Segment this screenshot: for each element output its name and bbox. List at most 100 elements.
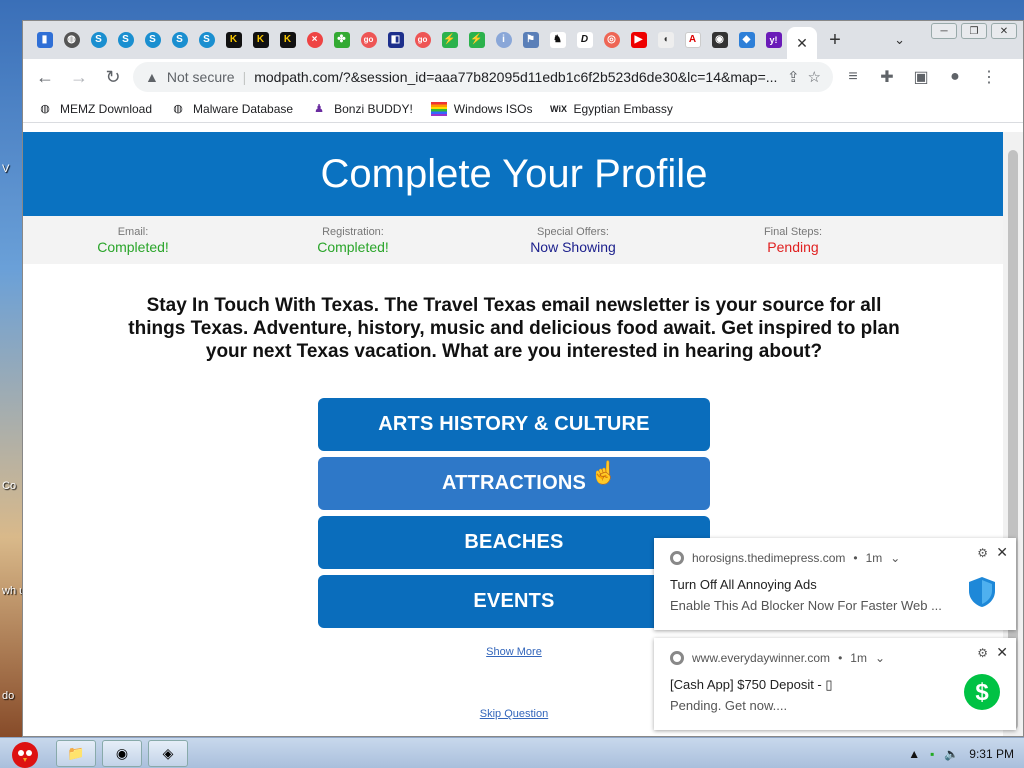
extension-flag-icon[interactable]: ≡	[839, 63, 867, 91]
notification-age: 1m	[865, 551, 883, 565]
bolt-icon: ⚡	[441, 32, 458, 48]
tab[interactable]: S	[85, 26, 112, 54]
start-button[interactable]	[0, 738, 50, 768]
gear-icon[interactable]: ⚙	[977, 546, 988, 560]
tab[interactable]: K	[247, 26, 274, 54]
chevron-down-icon[interactable]: ⌄	[890, 551, 900, 565]
tab[interactable]: A	[679, 26, 706, 54]
bookmark[interactable]: WiX Egyptian Embassy	[550, 102, 673, 116]
tab[interactable]: i	[490, 26, 517, 54]
notification-site: horosigns.thedimepress.com	[692, 551, 846, 565]
tab[interactable]: S	[112, 26, 139, 54]
address-bar[interactable]: ▲ Not secure | modpath.com/?&session_id=…	[133, 62, 833, 92]
new-tab-button[interactable]: +	[817, 29, 853, 52]
tab[interactable]: ◧	[382, 26, 409, 54]
bookmark[interactable]: ♟ Bonzi BUDDY!	[311, 102, 413, 116]
tab[interactable]: K	[220, 26, 247, 54]
option-beaches-button[interactable]: BEACHES	[318, 516, 710, 569]
step-label: Email:	[117, 225, 149, 238]
tab[interactable]: y!	[760, 26, 787, 54]
option-arts-history-culture-button[interactable]: ARTS HISTORY & CULTURE	[318, 398, 710, 451]
window-controls: ─ ❐ ✕	[925, 21, 1023, 41]
tray-expand-icon[interactable]: ▲	[908, 747, 920, 761]
back-icon[interactable]: ←	[31, 63, 59, 91]
active-tab[interactable]: ✕	[787, 27, 817, 59]
bag-icon: ▮	[36, 32, 53, 48]
bookmark[interactable]: ◍ MEMZ Download	[37, 102, 152, 116]
tab-search-button[interactable]: ⌄	[894, 32, 905, 48]
tab[interactable]: ⚑	[517, 26, 544, 54]
bookmark-label: MEMZ Download	[60, 101, 153, 116]
tab[interactable]: K	[274, 26, 301, 54]
bookmark[interactable]: Windows ISOs	[430, 101, 532, 116]
system-tray: ▲ ▪ 🔈 9:31 PM	[908, 738, 1024, 768]
minimize-icon[interactable]: ─	[931, 23, 957, 39]
step-final: Final Steps: Pending	[683, 226, 903, 255]
bookmark-label: Bonzi BUDDY!	[334, 101, 413, 116]
tab[interactable]: ▮	[31, 26, 58, 54]
maximize-icon[interactable]: ❐	[961, 23, 987, 39]
chrome-icon	[670, 551, 684, 565]
tab[interactable]: S	[193, 26, 220, 54]
tab[interactable]: ⚡	[463, 26, 490, 54]
k-logo-icon: K	[225, 32, 242, 48]
gear-icon[interactable]: ⚙	[977, 646, 988, 660]
go-logo-icon: go	[414, 32, 431, 48]
tab[interactable]: ◖	[652, 26, 679, 54]
notification-source: www.everydaywinner.com • 1m ⌄	[670, 651, 885, 665]
tab[interactable]: ◍	[58, 26, 85, 54]
tab[interactable]: S	[166, 26, 193, 54]
taskbar-app[interactable]: ◈	[148, 739, 188, 767]
network-icon[interactable]: ▪	[930, 747, 934, 761]
notification[interactable]: horosigns.thedimepress.com • 1m ⌄ ⚙ ✕ Tu…	[654, 538, 1016, 630]
tab[interactable]: ◆	[733, 26, 760, 54]
side-panel-icon[interactable]: ▣	[907, 63, 935, 91]
info-icon: i	[495, 32, 512, 48]
options-list: ARTS HISTORY & CULTURE ATTRACTIONS BEACH…	[318, 398, 710, 628]
tab[interactable]: D	[571, 26, 598, 54]
close-window-icon[interactable]: ✕	[991, 23, 1017, 39]
forward-icon[interactable]: →	[65, 63, 93, 91]
s-logo-icon: S	[90, 32, 107, 48]
puzzle-icon[interactable]: ✚	[873, 63, 901, 91]
tab[interactable]: go	[355, 26, 382, 54]
tab[interactable]: ✤	[328, 26, 355, 54]
tab[interactable]: ×	[301, 26, 328, 54]
security-label[interactable]: Not secure	[167, 69, 235, 85]
s-logo-icon: S	[117, 32, 134, 48]
url-text[interactable]: modpath.com/?&session_id=aaa77b82095d11e…	[254, 69, 779, 85]
chevron-down-icon[interactable]: ⌄	[875, 651, 885, 665]
tab[interactable]: go	[409, 26, 436, 54]
bookmark[interactable]: ◍ Malware Database	[170, 102, 293, 116]
tab[interactable]: ◎	[598, 26, 625, 54]
folder-icon: 📁	[67, 744, 85, 761]
notification[interactable]: www.everydaywinner.com • 1m ⌄ ⚙ ✕ [Cash …	[654, 638, 1016, 730]
desktop-icon-label[interactable]: do	[2, 690, 14, 702]
tab[interactable]: ▶	[625, 26, 652, 54]
volume-icon[interactable]: 🔈	[944, 747, 959, 761]
share-icon[interactable]: ⇪	[787, 68, 800, 86]
clock[interactable]: 9:31 PM	[969, 747, 1014, 761]
bolt-icon: ⚡	[468, 32, 485, 48]
taskbar-explorer[interactable]: 📁	[56, 739, 96, 767]
menu-icon[interactable]: ⋮	[975, 63, 1003, 91]
tab-strip: ▮ ◍ S S S S S K K K × ✤ go ◧ go ⚡ ⚡ i ⚑ …	[23, 21, 1023, 59]
close-icon[interactable]: ✕	[996, 644, 1008, 661]
desktop-icon-label[interactable]: Co	[2, 480, 16, 492]
taskbar-chrome[interactable]: ◉	[102, 739, 142, 767]
warning-icon[interactable]: ▲	[145, 69, 159, 85]
shield-icon	[964, 574, 1000, 610]
notification-title: Turn Off All Annoying Ads	[670, 577, 817, 592]
tab[interactable]: ♞	[544, 26, 571, 54]
tab[interactable]: S	[139, 26, 166, 54]
close-icon[interactable]: ✕	[796, 35, 808, 52]
desktop-icon-label[interactable]: V	[2, 163, 9, 175]
option-events-button[interactable]: EVENTS	[318, 575, 710, 628]
reload-icon[interactable]: ↻	[99, 63, 127, 91]
tab[interactable]: ⚡	[436, 26, 463, 54]
option-attractions-button[interactable]: ATTRACTIONS	[318, 457, 710, 510]
tab[interactable]: ◉	[706, 26, 733, 54]
star-icon[interactable]: ☆	[808, 68, 821, 86]
close-icon[interactable]: ✕	[996, 544, 1008, 561]
profile-icon[interactable]: ●	[941, 63, 969, 91]
